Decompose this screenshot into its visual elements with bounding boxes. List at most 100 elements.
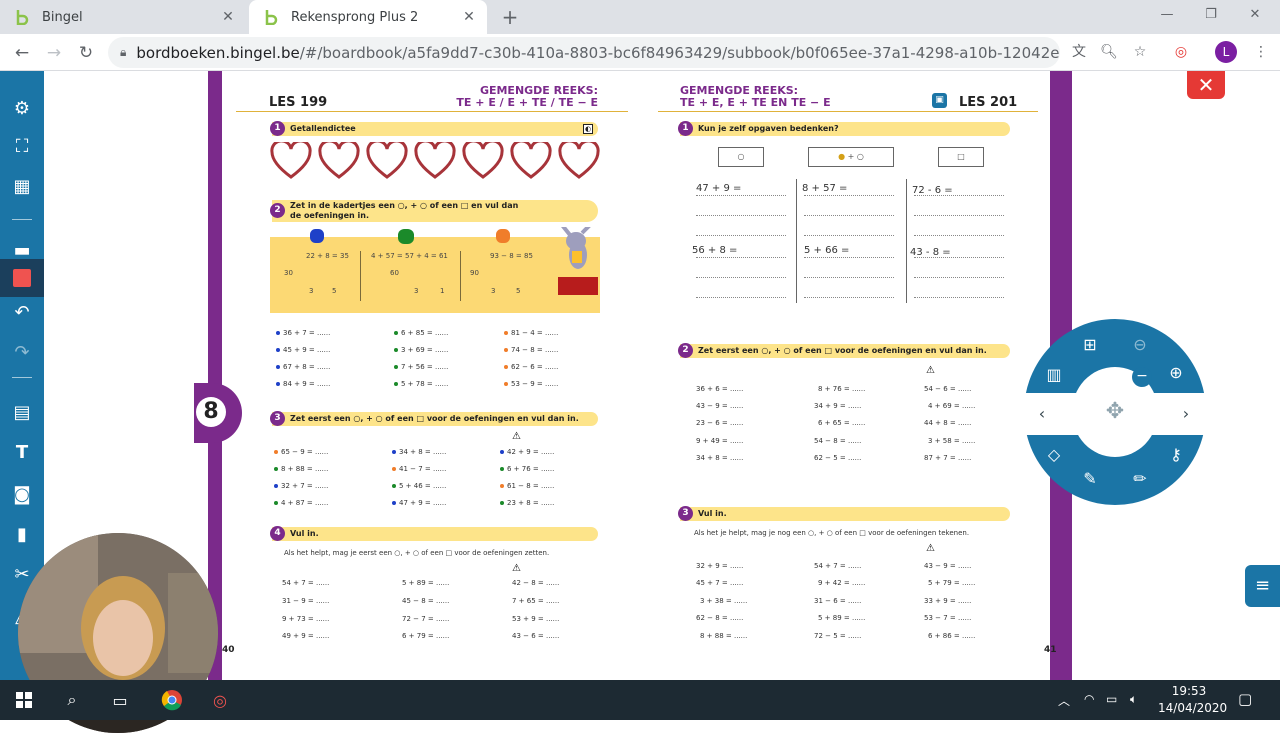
chrome-icon[interactable] <box>148 680 196 720</box>
example-number: 90 <box>470 269 479 277</box>
tab-bingel[interactable]: Bingel ✕ <box>0 0 246 34</box>
example-number: 3 <box>414 287 419 295</box>
restore-icon[interactable]: ❐ <box>1188 0 1234 30</box>
page-icon[interactable]: ▮ <box>0 515 44 553</box>
calendar-clock-icon[interactable]: ▦ <box>0 167 44 205</box>
tray-chevron-icon[interactable]: ︿ <box>1058 692 1070 709</box>
answer-line <box>804 215 894 216</box>
exercise: 47 + 9 = ...... <box>392 499 446 507</box>
exercise: 3 + 58 = ...... <box>928 437 976 445</box>
zoom-in-icon[interactable]: ⊕ <box>1164 361 1188 385</box>
eraser-icon[interactable]: ◇ <box>1042 443 1066 467</box>
back-arrow-icon[interactable]: ← <box>8 39 36 67</box>
text-tool-icon[interactable]: T <box>0 433 44 471</box>
redo-icon[interactable]: ↷ <box>0 333 44 371</box>
undo-icon[interactable]: ↶ <box>0 293 44 331</box>
audio-icon[interactable]: ◐ <box>583 124 593 134</box>
exercise: 5 + 89 = ...... <box>818 614 866 622</box>
translate-icon[interactable]: 文 <box>1066 39 1092 65</box>
camera-icon[interactable]: ◙ <box>0 475 44 513</box>
new-tab-button[interactable]: + <box>498 5 522 29</box>
blue-blob-icon <box>310 229 324 243</box>
zoom-out-icon[interactable]: ⊖ <box>1128 333 1152 357</box>
heart-icon <box>462 142 504 179</box>
document-icon[interactable]: ▤ <box>0 393 44 431</box>
close-tab-icon[interactable]: ✕ <box>461 9 477 25</box>
url-host: bordboeken.bingel.be <box>136 43 300 62</box>
exercise: 7 + 65 = ...... <box>512 597 560 605</box>
green-dot-icon <box>394 331 398 335</box>
next-page-icon[interactable]: › <box>1174 402 1198 426</box>
reeks-line-2: TE + E / E + TE / TE − E <box>456 96 598 109</box>
exercise: 32 + 9 = ...... <box>696 562 744 570</box>
wheel-hub: ✥ − <box>1072 367 1158 457</box>
close-tab-icon[interactable]: ✕ <box>220 9 236 25</box>
hamburger-menu-icon[interactable]: ≡ <box>1245 565 1280 607</box>
browser-toolbar: ← → ↻ 🔒︎ bordboeken.bingel.be/#/boardboo… <box>0 34 1280 71</box>
address-bar[interactable]: 🔒︎ bordboeken.bingel.be/#/boardbook/a5fa… <box>108 37 1060 68</box>
close-book-button[interactable]: ✕ <box>1187 71 1225 99</box>
recorder-app-icon[interactable]: ◎ <box>196 680 244 720</box>
book-spread: LES 199 GEMENGDE REEKS: TE + E / E + TE … <box>194 71 1072 680</box>
exercise: 32 + 7 = ...... <box>274 482 328 490</box>
reload-icon[interactable]: ↻ <box>72 39 100 67</box>
section-1-header: 1 Getallendictee ◐ <box>270 121 598 136</box>
exercise: 6 + 85 = ...... <box>394 329 448 337</box>
sitemap-icon[interactable]: ⊞ <box>1078 333 1102 357</box>
battery-icon[interactable]: ▭ <box>1106 692 1117 706</box>
move-arrows-icon[interactable]: ✥ <box>1103 400 1127 424</box>
settings-gear-icon[interactable]: ⚙ <box>0 89 44 127</box>
exercise: 8 + 88 = ...... <box>274 465 328 473</box>
task-view-icon[interactable]: ▭ <box>96 680 144 720</box>
pen-icon[interactable]: ✏ <box>1128 467 1152 491</box>
image-icon[interactable]: ▣ <box>932 93 947 108</box>
square-box: □ <box>938 147 984 167</box>
wifi-icon[interactable]: ◠ <box>1084 692 1094 706</box>
exercise: 81 − 4 = ...... <box>504 329 558 337</box>
reeks-title: GEMENGDE REEKS: TE + E, E + TE EN TE − E <box>680 85 831 109</box>
exercise: 3 + 69 = ...... <box>394 346 448 354</box>
search-icon[interactable]: ⌕ <box>48 680 96 720</box>
blue-dot-icon <box>276 365 280 369</box>
les-title: LES 199 <box>269 95 328 110</box>
exercise: 62 − 8 = ...... <box>696 614 744 622</box>
exercise: 23 + 8 = ...... <box>500 499 554 507</box>
pencil-icon[interactable]: ✎ <box>1078 467 1102 491</box>
profile-avatar[interactable]: L <box>1215 41 1237 63</box>
bookmark-star-icon[interactable]: ☆ <box>1127 39 1153 65</box>
section-2-header: 2 Zet in de kadertjes een ○, + ○ of een … <box>270 200 598 222</box>
browser-menu-icon[interactable]: ⋮ <box>1248 39 1274 65</box>
exercise: 9 + 42 = ...... <box>818 579 866 587</box>
browser-tab-bar: Bingel ✕ Rekensprong Plus 2 ✕ + — ❐ ✕ <box>0 0 1280 34</box>
windows-start-icon[interactable] <box>0 680 48 720</box>
minus-icon[interactable]: − <box>1132 367 1152 387</box>
stop-record-icon[interactable] <box>0 259 44 297</box>
tab-rekensprong[interactable]: Rekensprong Plus 2 ✕ <box>249 0 487 34</box>
exercise: 67 + 8 = ...... <box>276 363 330 371</box>
header-rule <box>236 111 628 112</box>
exercise: 62 − 6 = ...... <box>504 363 558 371</box>
answer-line <box>914 215 1004 216</box>
exercise: 53 + 9 = ...... <box>512 615 560 623</box>
fullscreen-icon[interactable]: ⛶ <box>0 127 44 165</box>
book-view-icon[interactable]: ▥ <box>1042 363 1066 387</box>
volume-icon[interactable]: 🔈︎ <box>1130 692 1137 707</box>
exercise: 7 + 56 = ...... <box>394 363 448 371</box>
zoom-icon[interactable]: 🔍︎ <box>1096 39 1122 65</box>
orange-dot-icon <box>504 348 508 352</box>
previous-page-icon[interactable]: ‹ <box>1030 402 1054 426</box>
extension-icon[interactable]: ◎ <box>1168 39 1194 65</box>
section-title: Getallendictee <box>290 124 356 133</box>
taskbar-clock[interactable]: 19:53 14/04/2020 <box>1158 683 1227 717</box>
key-icon[interactable]: ⚷ <box>1164 443 1188 467</box>
exercise: 34 + 8 = ...... <box>696 454 744 462</box>
exercise: 42 + 9 = ...... <box>500 448 554 456</box>
example-equation: 93 − 8 = 85 <box>490 252 533 260</box>
green-dot-icon <box>394 365 398 369</box>
green-dot-icon <box>500 501 504 505</box>
example-number: 3 <box>309 287 314 295</box>
forward-arrow-icon[interactable]: → <box>40 39 68 67</box>
minimize-icon[interactable]: — <box>1144 0 1190 30</box>
window-close-icon[interactable]: ✕ <box>1232 0 1278 30</box>
notifications-icon[interactable]: ▢ <box>1238 690 1252 708</box>
